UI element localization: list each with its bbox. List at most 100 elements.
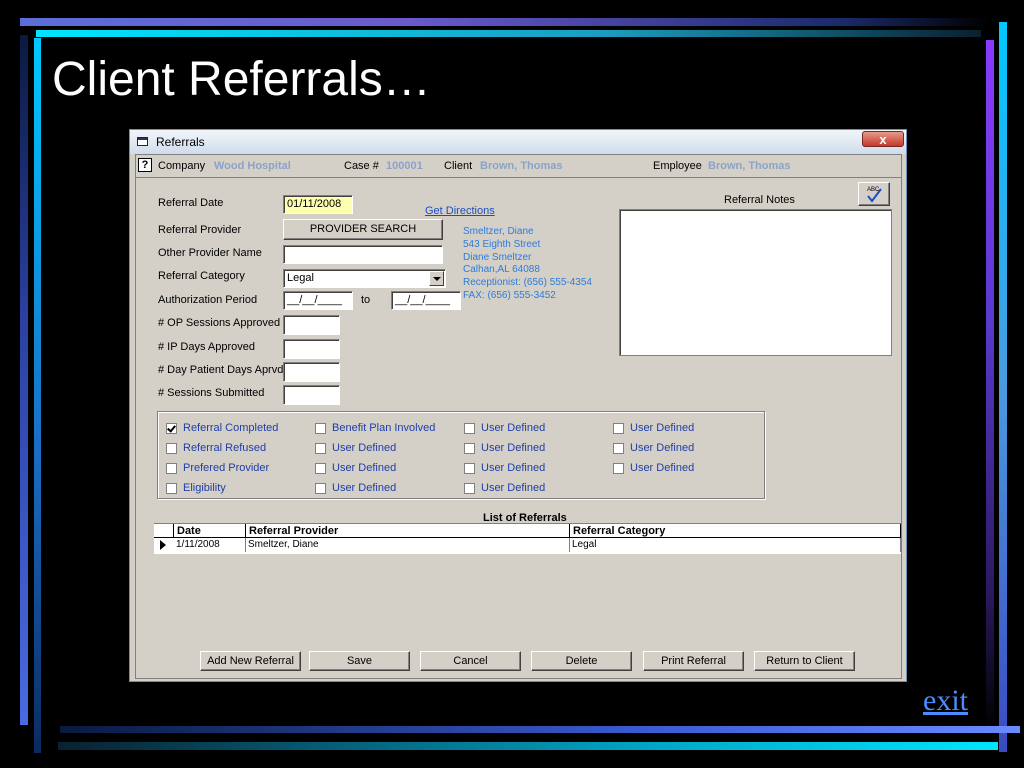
case-label: Case #: [344, 160, 379, 172]
referral-category-value: Legal: [287, 272, 314, 284]
checkbox-label: User Defined: [630, 422, 695, 434]
checkbox-box[interactable]: [315, 423, 326, 434]
checkbox-label: User Defined: [481, 422, 546, 434]
table-cell-date[interactable]: 1/11/2008: [174, 538, 246, 552]
checkbox-box[interactable]: [464, 423, 475, 434]
cancel-button[interactable]: Cancel: [420, 651, 521, 671]
day-patient-label: # Day Patient Days Aprvd: [158, 364, 284, 376]
row-selector-header: [154, 524, 174, 538]
help-button[interactable]: ?: [138, 158, 152, 172]
checkbox-label: Prefered Provider: [183, 462, 270, 474]
checkbox-label: Eligibility: [183, 482, 226, 494]
op-sessions-input[interactable]: [283, 315, 340, 335]
referral-date-label: Referral Date: [158, 197, 224, 209]
checkbox-label: User Defined: [481, 442, 546, 454]
address-line: Diane Smeltzer: [463, 251, 532, 263]
checkbox-label: User Defined: [630, 462, 695, 474]
employee-label: Employee: [653, 160, 702, 172]
address-line: Receptionist: (656) 555-4354: [463, 277, 592, 289]
provider-address-block: Smeltzer, Diane 543 Eighth Street Diane …: [463, 226, 592, 303]
ip-days-input[interactable]: [283, 339, 340, 359]
checkbox-box[interactable]: [166, 483, 177, 494]
checkbox-box[interactable]: [613, 463, 624, 474]
address-line: Calhan,AL 64088: [463, 264, 540, 276]
company-label: Company: [158, 160, 206, 172]
referrals-window: Referrals x ? Company Wood Hospital Case…: [129, 129, 907, 682]
checkbox-label: User Defined: [481, 482, 546, 494]
chevron-down-icon[interactable]: [429, 271, 444, 286]
referral-category-label: Referral Category: [158, 270, 245, 282]
referral-options-group: Referral Completed Referral Refused Pref…: [157, 411, 765, 499]
referral-notes-textarea[interactable]: [619, 209, 892, 356]
op-sessions-label: # OP Sessions Approved: [158, 317, 281, 329]
decor-bar-left-2: [34, 38, 41, 753]
window-title: Referrals: [156, 135, 205, 149]
checkbox-box[interactable]: [166, 443, 177, 454]
case-header: ? Company Wood Hospital Case # 100001 Cl…: [136, 155, 901, 178]
checkbox-box[interactable]: [315, 463, 326, 474]
address-line: Smeltzer, Diane: [463, 226, 534, 237]
checkbox-label: User Defined: [630, 442, 695, 454]
checkbox-box[interactable]: [613, 443, 624, 454]
auth-to-input[interactable]: __/__/____: [391, 291, 461, 310]
referral-list-grid: Date Referral Provider Referral Category…: [154, 523, 901, 554]
checkbox-box[interactable]: [464, 483, 475, 494]
window-titlebar[interactable]: Referrals x: [130, 130, 906, 154]
decor-bar-top-2: [36, 30, 981, 37]
print-referral-button[interactable]: Print Referral: [643, 651, 744, 671]
checkbox-box[interactable]: [464, 463, 475, 474]
decor-bar-left: [20, 35, 28, 725]
slide-title: Client Referrals…: [52, 53, 431, 106]
row-pointer-icon[interactable]: [154, 538, 174, 552]
checkbox-label: Referral Completed: [183, 422, 279, 434]
close-button[interactable]: x: [862, 131, 904, 147]
spell-check-button[interactable]: ABC: [858, 182, 890, 206]
authorization-period-label: Authorization Period: [158, 294, 258, 306]
referral-provider-label: Referral Provider: [158, 224, 242, 236]
checkbox-box[interactable]: [464, 443, 475, 454]
get-directions-link[interactable]: Get Directions: [425, 205, 495, 217]
provider-search-button[interactable]: PROVIDER SEARCH: [283, 219, 443, 240]
referral-category-select[interactable]: Legal: [283, 269, 446, 288]
checkbox-box[interactable]: [166, 423, 177, 434]
referral-form: ? Company Wood Hospital Case # 100001 Cl…: [135, 154, 902, 679]
checkbox-box[interactable]: [166, 463, 177, 474]
address-line: 543 Eighth Street: [463, 238, 541, 250]
table-cell-provider[interactable]: Smeltzer, Diane: [246, 538, 570, 552]
other-provider-input[interactable]: [283, 245, 443, 264]
client-value: Brown, Thomas: [480, 160, 563, 172]
save-button[interactable]: Save: [309, 651, 410, 671]
table-cell-category[interactable]: Legal: [570, 538, 901, 552]
referral-date-input[interactable]: 01/11/2008: [283, 195, 353, 214]
decor-bar-top: [20, 18, 990, 26]
decor-bar-bottom-2: [58, 742, 998, 750]
column-header-provider[interactable]: Referral Provider: [246, 524, 570, 538]
sessions-submitted-label: # Sessions Submitted: [158, 387, 265, 399]
add-new-referral-button[interactable]: Add New Referral: [200, 651, 301, 671]
auth-to-label: to: [361, 294, 371, 306]
checkbox-box[interactable]: [613, 423, 624, 434]
case-value: 100001: [386, 160, 423, 172]
delete-button[interactable]: Delete: [531, 651, 632, 671]
column-header-date[interactable]: Date: [174, 524, 246, 538]
return-to-client-button[interactable]: Return to Client: [754, 651, 855, 671]
column-header-category[interactable]: Referral Category: [570, 524, 901, 538]
exit-link[interactable]: exit: [923, 684, 968, 718]
checkbox-label: User Defined: [332, 442, 397, 454]
checkbox-label: User Defined: [332, 462, 397, 474]
day-patient-input[interactable]: [283, 362, 340, 382]
checkbox-box[interactable]: [315, 483, 326, 494]
checkbox-label: User Defined: [481, 462, 546, 474]
window-icon: [137, 137, 148, 146]
decor-bar-right: [986, 40, 994, 730]
auth-from-input[interactable]: __/__/____: [283, 291, 353, 310]
address-line: FAX: (656) 555-3452: [463, 289, 556, 301]
checkbox-label: Referral Refused: [183, 442, 267, 454]
employee-value: Brown, Thomas: [708, 160, 791, 172]
checkbox-label: User Defined: [332, 482, 397, 494]
checkbox-box[interactable]: [315, 443, 326, 454]
client-label: Client: [444, 160, 473, 172]
sessions-submitted-input[interactable]: [283, 385, 340, 405]
ip-days-label: # IP Days Approved: [158, 341, 256, 353]
other-provider-label: Other Provider Name: [158, 247, 262, 259]
